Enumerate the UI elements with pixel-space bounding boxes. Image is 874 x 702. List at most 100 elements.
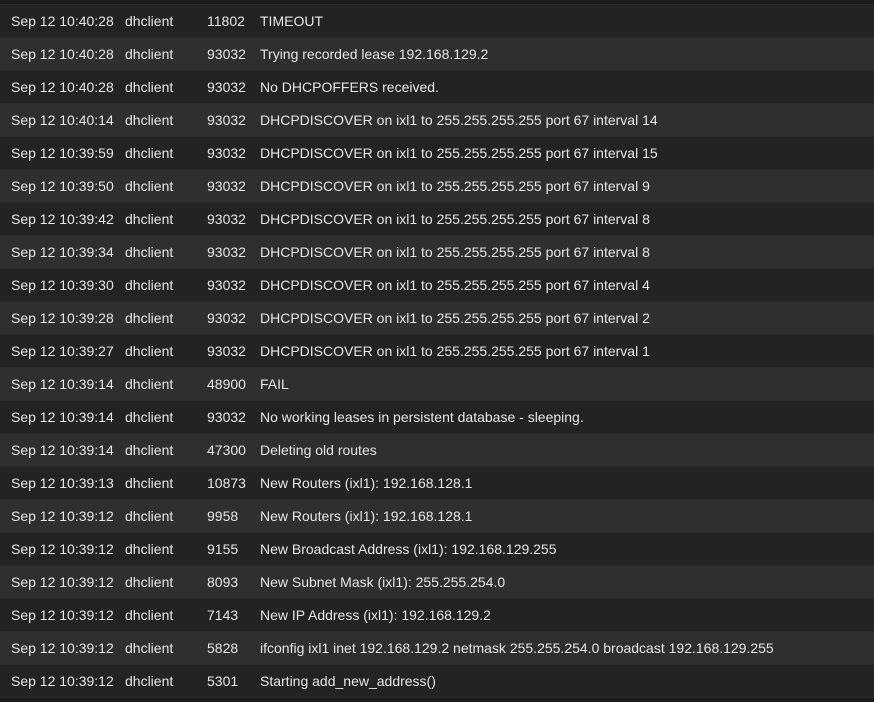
log-row: Sep 12 10:39:14 dhclient 93032 No working l…	[0, 401, 874, 434]
log-row: Sep 12 10:40:28 dhclient 93032 Trying recor…	[0, 38, 874, 71]
log-message: Trying recorded lease 192.168.129.2	[260, 46, 489, 62]
log-process: dhclient	[125, 310, 174, 326]
log-row: Sep 12 10:39:14 dhclient 47300 Deleting old…	[0, 434, 874, 467]
log-timestamp: Sep 12 10:39:12	[11, 607, 114, 623]
log-timestamp: Sep 12 10:39:27	[11, 343, 114, 359]
log-process: dhclient	[125, 178, 174, 194]
log-process: dhclient	[125, 508, 174, 524]
log-message: FAIL	[260, 376, 289, 392]
log-process: dhclient	[125, 277, 174, 293]
log-row: Sep 12 10:39:50 dhclient 93032 DHCPDISCOVER…	[0, 170, 874, 203]
log-timestamp: Sep 12 10:39:42	[11, 211, 114, 227]
log-message: New Broadcast Address (ixl1): 192.168.12…	[260, 541, 557, 557]
log-process: dhclient	[125, 640, 174, 656]
log-row: Sep 12 10:39:12 dhclient 5301 Starting add_…	[0, 665, 874, 698]
log-process: dhclient	[125, 541, 174, 557]
log-timestamp: Sep 12 10:39:59	[11, 145, 114, 161]
log-pid: 93032	[207, 343, 246, 359]
log-timestamp: Sep 12 10:39:13	[11, 475, 114, 491]
log-message: New IP Address (ixl1): 192.168.129.2	[260, 607, 491, 623]
log-process: dhclient	[125, 244, 174, 260]
log-pid: 5828	[207, 640, 239, 656]
log-timestamp: Sep 12 10:39:12	[11, 574, 114, 590]
log-pid: 93032	[207, 79, 246, 95]
log-pid: 93032	[207, 409, 246, 425]
log-row: Sep 12 10:39:14 dhclient 48900 FAIL	[0, 368, 874, 401]
log-row: Sep 12 10:39:12 dhclient 9958 New Routers (…	[0, 500, 874, 533]
log-message: DHCPDISCOVER on ixl1 to 255.255.255.255 …	[260, 277, 650, 293]
log-message: New Subnet Mask (ixl1): 255.255.254.0	[260, 574, 506, 590]
log-message: No working leases in persistent database…	[260, 409, 584, 425]
log-process: dhclient	[125, 79, 174, 95]
log-row: Sep 12 10:39:42 dhclient 93032 DHCPDISCOVER…	[0, 203, 874, 236]
log-process: dhclient	[125, 46, 174, 62]
log-process: dhclient	[125, 409, 174, 425]
log-pid: 10873	[207, 475, 246, 491]
log-table: Sep 12 10:40:28 dhclient 11802 TIMEOUT Sep 1…	[0, 4, 874, 698]
log-pid: 7143	[207, 607, 239, 623]
log-row: Sep 12 10:39:30 dhclient 93032 DHCPDISCOVER…	[0, 269, 874, 302]
log-message: New Routers (ixl1): 192.168.128.1	[260, 475, 473, 491]
log-timestamp: Sep 12 10:39:12	[11, 640, 114, 656]
log-row: Sep 12 10:39:12 dhclient 7143 New IP Addres…	[0, 599, 874, 632]
log-pid: 5301	[207, 673, 239, 689]
log-row: Sep 12 10:39:27 dhclient 93032 DHCPDISCOVER…	[0, 335, 874, 368]
log-process: dhclient	[125, 145, 174, 161]
log-timestamp: Sep 12 10:40:14	[11, 112, 114, 128]
log-row: Sep 12 10:39:59 dhclient 93032 DHCPDISCOVER…	[0, 137, 874, 170]
log-pid: 93032	[207, 277, 246, 293]
log-message: DHCPDISCOVER on ixl1 to 255.255.255.255 …	[260, 310, 650, 326]
log-timestamp: Sep 12 10:39:12	[11, 541, 114, 557]
log-timestamp: Sep 12 10:39:14	[11, 409, 114, 425]
log-row: Sep 12 10:39:12 dhclient 8093 New Subnet Ma…	[0, 566, 874, 599]
log-message: New Routers (ixl1): 192.168.128.1	[260, 508, 473, 524]
log-row: Sep 12 10:40:28 dhclient 93032 No DHCPOFFER…	[0, 71, 874, 104]
log-pid: 9958	[207, 508, 239, 524]
log-row: Sep 12 10:39:12 dhclient 5828 ifconfig ixl1…	[0, 632, 874, 665]
log-message: DHCPDISCOVER on ixl1 to 255.255.255.255 …	[260, 178, 650, 194]
log-timestamp: Sep 12 10:39:14	[11, 442, 114, 458]
log-message: Deleting old routes	[260, 442, 377, 458]
log-pid: 93032	[207, 112, 246, 128]
log-process: dhclient	[125, 475, 174, 491]
log-message: TIMEOUT	[260, 13, 323, 29]
log-row: Sep 12 10:39:12 dhclient 9155 New Broadcast…	[0, 533, 874, 566]
log-pid: 47300	[207, 442, 246, 458]
log-timestamp: Sep 12 10:39:12	[11, 673, 114, 689]
log-timestamp: Sep 12 10:39:12	[11, 508, 114, 524]
log-pid: 93032	[207, 310, 246, 326]
log-pid: 93032	[207, 46, 246, 62]
log-timestamp: Sep 12 10:39:34	[11, 244, 114, 260]
log-pid: 48900	[207, 376, 246, 392]
log-message: No DHCPOFFERS received.	[260, 79, 439, 95]
log-process: dhclient	[125, 574, 174, 590]
log-pid: 93032	[207, 178, 246, 194]
log-message: DHCPDISCOVER on ixl1 to 255.255.255.255 …	[260, 211, 650, 227]
log-row: Sep 12 10:39:28 dhclient 93032 DHCPDISCOVER…	[0, 302, 874, 335]
log-process: dhclient	[125, 376, 174, 392]
log-pid: 9155	[207, 541, 239, 557]
log-process: dhclient	[125, 607, 174, 623]
log-message: DHCPDISCOVER on ixl1 to 255.255.255.255 …	[260, 112, 658, 128]
log-timestamp: Sep 12 10:40:28	[11, 46, 114, 62]
log-timestamp: Sep 12 10:39:14	[11, 376, 114, 392]
log-process: dhclient	[125, 13, 174, 29]
log-timestamp: Sep 12 10:39:28	[11, 310, 114, 326]
log-process: dhclient	[125, 211, 174, 227]
log-process: dhclient	[125, 442, 174, 458]
log-process: dhclient	[125, 673, 174, 689]
log-message: ifconfig ixl1 inet 192.168.129.2 netmask…	[260, 640, 774, 656]
log-pid: 93032	[207, 211, 246, 227]
log-process: dhclient	[125, 343, 174, 359]
log-timestamp: Sep 12 10:40:28	[11, 79, 114, 95]
log-row: Sep 12 10:40:14 dhclient 93032 DHCPDISCOVER…	[0, 104, 874, 137]
log-timestamp: Sep 12 10:39:30	[11, 277, 114, 293]
log-message: DHCPDISCOVER on ixl1 to 255.255.255.255 …	[260, 145, 658, 161]
log-pid: 93032	[207, 244, 246, 260]
log-message: DHCPDISCOVER on ixl1 to 255.255.255.255 …	[260, 343, 650, 359]
log-pid: 11802	[207, 13, 245, 29]
log-row: Sep 12 10:40:28 dhclient 11802 TIMEOUT	[0, 5, 874, 38]
log-row: Sep 12 10:39:34 dhclient 93032 DHCPDISCOVER…	[0, 236, 874, 269]
log-message: DHCPDISCOVER on ixl1 to 255.255.255.255 …	[260, 244, 650, 260]
log-timestamp: Sep 12 10:39:50	[11, 178, 114, 194]
